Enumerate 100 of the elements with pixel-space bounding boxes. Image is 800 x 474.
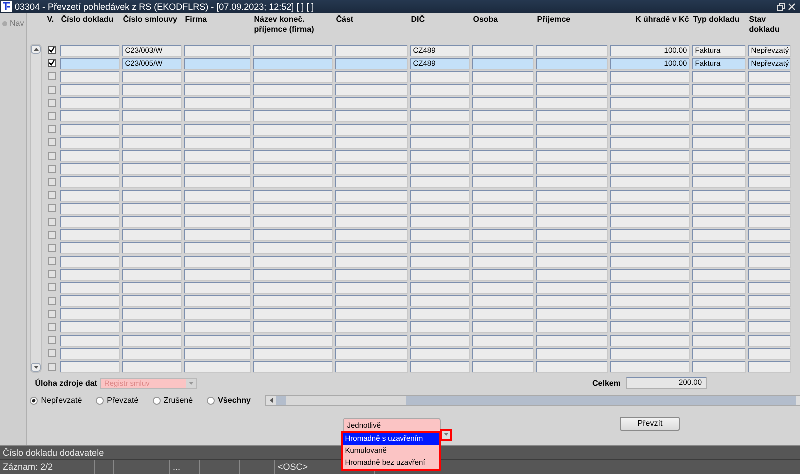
table-cell[interactable] bbox=[410, 282, 470, 294]
table-cell[interactable] bbox=[184, 202, 252, 215]
row-checkbox[interactable] bbox=[48, 59, 56, 68]
table-cell[interactable] bbox=[472, 190, 534, 202]
table-cell[interactable] bbox=[410, 268, 470, 281]
table-cell[interactable] bbox=[536, 110, 608, 122]
restore-icon[interactable] bbox=[777, 2, 785, 10]
table-cell[interactable] bbox=[60, 176, 120, 188]
table-cell[interactable] bbox=[536, 282, 608, 294]
table-cell[interactable] bbox=[692, 150, 746, 162]
row-checkbox[interactable] bbox=[48, 257, 56, 266]
row-checkbox[interactable] bbox=[48, 152, 56, 160]
table-cell[interactable] bbox=[536, 124, 608, 136]
table-cell[interactable] bbox=[122, 295, 182, 308]
table-cell[interactable] bbox=[253, 229, 334, 242]
table-cell[interactable] bbox=[692, 308, 746, 320]
table-cell[interactable] bbox=[692, 295, 746, 308]
table-cell[interactable] bbox=[472, 229, 534, 242]
table-cell[interactable] bbox=[60, 361, 120, 373]
row-checkbox[interactable] bbox=[48, 244, 56, 252]
table-cell[interactable] bbox=[335, 150, 408, 162]
table-cell[interactable] bbox=[335, 242, 408, 254]
table-cell[interactable] bbox=[536, 256, 608, 268]
table-cell[interactable] bbox=[410, 110, 470, 122]
filter-radio[interactable]: Nepřevzaté bbox=[30, 396, 82, 406]
table-cell[interactable] bbox=[410, 163, 470, 176]
table-cell[interactable] bbox=[472, 321, 534, 334]
table-cell[interactable] bbox=[184, 124, 252, 136]
table-cell[interactable] bbox=[748, 216, 792, 228]
table-cell[interactable] bbox=[610, 136, 690, 149]
table-cell[interactable] bbox=[610, 256, 690, 268]
table-cell[interactable] bbox=[610, 97, 690, 110]
table-cell[interactable] bbox=[335, 202, 408, 215]
table-cell[interactable] bbox=[60, 190, 120, 202]
table-cell[interactable] bbox=[410, 321, 470, 334]
table-cell[interactable] bbox=[335, 361, 408, 373]
row-checkbox[interactable] bbox=[48, 218, 56, 226]
table-cell[interactable] bbox=[184, 348, 252, 360]
table-cell[interactable] bbox=[536, 308, 608, 320]
table-cell[interactable] bbox=[60, 256, 120, 268]
table-cell[interactable] bbox=[253, 97, 334, 110]
table-cell[interactable] bbox=[748, 190, 792, 202]
table-cell[interactable] bbox=[692, 97, 746, 110]
table-cell[interactable] bbox=[692, 190, 746, 202]
table-cell[interactable] bbox=[122, 97, 182, 110]
table-cell[interactable] bbox=[610, 361, 690, 373]
table-cell[interactable] bbox=[472, 163, 534, 176]
table-cell[interactable] bbox=[184, 229, 252, 242]
table-cell[interactable] bbox=[410, 216, 470, 228]
table-cell[interactable] bbox=[60, 110, 120, 122]
table-cell[interactable] bbox=[184, 321, 252, 334]
table-cell[interactable] bbox=[692, 176, 746, 188]
row-checkbox[interactable] bbox=[48, 98, 56, 107]
table-cell[interactable] bbox=[184, 136, 252, 149]
table-cell[interactable] bbox=[122, 282, 182, 294]
table-cell[interactable] bbox=[748, 176, 792, 188]
table-cell[interactable] bbox=[335, 308, 408, 320]
table-cell[interactable] bbox=[536, 229, 608, 242]
table-cell[interactable] bbox=[410, 124, 470, 136]
table-cell[interactable] bbox=[122, 110, 182, 122]
table-cell[interactable] bbox=[335, 44, 408, 56]
dropdown-toggle[interactable] bbox=[440, 428, 452, 441]
table-cell[interactable] bbox=[692, 124, 746, 136]
table-cell[interactable] bbox=[472, 361, 534, 373]
table-cell[interactable] bbox=[472, 256, 534, 268]
table-cell[interactable] bbox=[253, 124, 334, 136]
table-cell[interactable] bbox=[536, 190, 608, 202]
table-cell[interactable] bbox=[692, 136, 746, 149]
table-cell[interactable] bbox=[335, 216, 408, 228]
table-cell[interactable] bbox=[184, 242, 252, 254]
table-cell[interactable] bbox=[748, 295, 792, 308]
table-cell[interactable] bbox=[184, 190, 252, 202]
row-checkbox[interactable] bbox=[48, 336, 56, 344]
table-cell[interactable] bbox=[410, 242, 470, 254]
row-checkbox[interactable] bbox=[48, 72, 56, 80]
table-cell[interactable] bbox=[536, 176, 608, 188]
table-cell[interactable] bbox=[472, 58, 534, 70]
table-cell[interactable] bbox=[610, 321, 690, 334]
table-cell[interactable] bbox=[692, 70, 746, 83]
table-cell[interactable] bbox=[184, 97, 252, 110]
table-cell[interactable] bbox=[536, 150, 608, 162]
row-checkbox[interactable] bbox=[48, 270, 56, 278]
table-cell[interactable] bbox=[536, 202, 608, 215]
table-cell[interactable] bbox=[410, 361, 470, 373]
table-cell[interactable] bbox=[122, 361, 182, 373]
table-cell[interactable] bbox=[748, 308, 792, 320]
table-cell[interactable] bbox=[122, 136, 182, 149]
filter-radio[interactable]: Zrušené bbox=[152, 396, 194, 406]
table-cell[interactable] bbox=[335, 268, 408, 281]
table-cell[interactable] bbox=[335, 110, 408, 122]
table-cell[interactable] bbox=[122, 202, 182, 215]
table-cell[interactable] bbox=[610, 110, 690, 122]
table-cell[interactable] bbox=[748, 163, 792, 176]
table-cell[interactable] bbox=[335, 282, 408, 294]
table-cell[interactable] bbox=[692, 321, 746, 334]
table-cell[interactable] bbox=[692, 242, 746, 254]
scroll-down-button[interactable] bbox=[31, 363, 42, 372]
table-cell[interactable] bbox=[122, 334, 182, 347]
table-cell[interactable] bbox=[60, 202, 120, 215]
table-cell[interactable] bbox=[610, 348, 690, 360]
